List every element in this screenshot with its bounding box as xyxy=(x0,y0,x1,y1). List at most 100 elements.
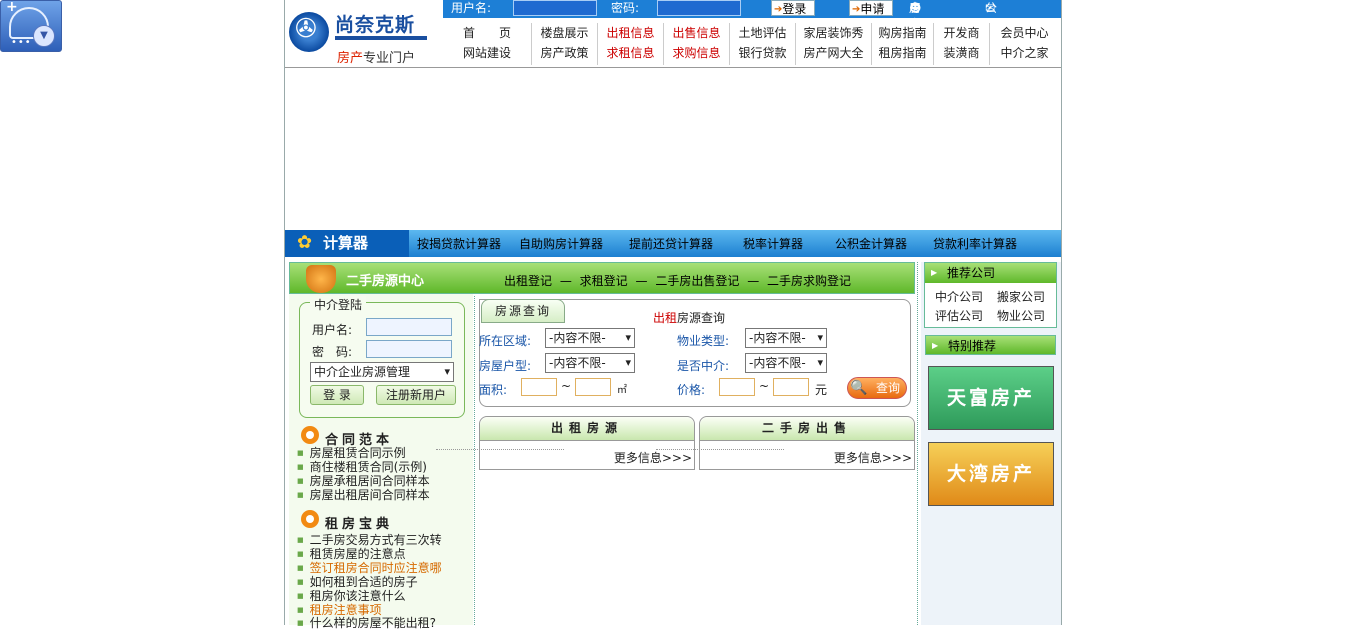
seek-rent-register-link[interactable]: 求租登记 xyxy=(580,274,628,288)
guide-item[interactable]: 二手房交易方式有三次转 xyxy=(297,533,442,547)
agent-pass-label: 密 码: xyxy=(312,345,353,359)
contract-item[interactable]: 商住楼租赁合同(示例) xyxy=(297,460,427,474)
agent-type-select[interactable]: 中介企业房源管理 xyxy=(310,362,454,382)
property-type-label: 物业类型: xyxy=(677,334,730,348)
search-button[interactable]: 查询 xyxy=(847,377,907,399)
password-label: 密码: xyxy=(611,1,640,15)
agent-filter-label: 是否中介: xyxy=(677,359,730,373)
nav-col-2[interactable]: 楼盘展示 房产政策 xyxy=(531,23,597,65)
login-legend: 中介登陆 xyxy=(310,296,367,313)
query-title: 出租房源查询 xyxy=(653,311,726,325)
size-label: 面积: xyxy=(479,383,508,397)
orange-ring-icon xyxy=(301,510,319,528)
guide-item[interactable]: 签订租房合同时应注意哪 xyxy=(297,561,442,575)
agent-user-label: 用户名: xyxy=(312,323,353,337)
dots-icon: ••• xyxy=(11,37,32,48)
nav-col-5[interactable]: 土地评估 银行贷款 xyxy=(729,23,795,65)
size-min-input[interactable] xyxy=(521,378,557,396)
arrow-icon: ➔ xyxy=(774,4,783,15)
query-tab[interactable]: 房源查询 xyxy=(481,299,565,323)
contract-item[interactable]: 房屋租赁合同示例 xyxy=(297,446,406,460)
price-label: 价格: xyxy=(677,383,706,397)
rent-register-link[interactable]: 出租登记 xyxy=(504,274,552,288)
login-button[interactable]: ➔ 登录 xyxy=(771,0,815,16)
site-logo[interactable]: 尚奈克斯 房产专业门户 xyxy=(285,0,443,68)
tilde: ~ xyxy=(561,379,572,393)
plant-pot-icon xyxy=(306,265,336,293)
agency-link[interactable]: 中介公司 xyxy=(935,288,983,305)
logo-slogan: 房产专业门户 xyxy=(337,51,416,66)
price-max-input[interactable] xyxy=(773,378,809,396)
size-max-input[interactable] xyxy=(575,378,611,396)
promo-dawan[interactable]: 大湾房产 xyxy=(928,442,1054,506)
logo-underline xyxy=(335,36,427,40)
calc-link-4[interactable]: 税率计算器 xyxy=(743,235,803,252)
orange-ring-icon xyxy=(301,426,319,444)
moving-link[interactable]: 搬家公司 xyxy=(997,288,1045,305)
nav-col-9[interactable]: 会员中心 中介之家 xyxy=(989,23,1059,65)
appraisal-link[interactable]: 评估公司 xyxy=(935,307,983,324)
property-type-select[interactable]: -内容不限- xyxy=(745,328,827,348)
rent-listings-title: 出租房源 xyxy=(480,417,694,441)
apply-button[interactable]: ➔ 申请 xyxy=(849,0,893,16)
rent-listings-box: 出租房源 更多信息>>> xyxy=(435,416,695,470)
special-heading: 特别推荐 xyxy=(925,335,1056,356)
sale-register-link[interactable]: 二手房出售登记 xyxy=(655,274,739,288)
agent-login-button[interactable]: 登 录 xyxy=(310,385,364,405)
area-select[interactable]: -内容不限- xyxy=(545,328,635,348)
calculator-title: 计算器 xyxy=(285,230,409,257)
fingerprint-widget[interactable]: + ••• ▼ xyxy=(0,0,62,52)
guide-item[interactable]: 什么样的房屋不能出租? xyxy=(297,616,436,630)
section-header: 二手房源中心 出租登记 — 求租登记 — 二手房出售登记 — 二手房求购登记 xyxy=(289,262,915,294)
divider xyxy=(474,296,475,625)
area-label: 所在区域: xyxy=(479,334,532,348)
register-button[interactable]: 注册新用户 xyxy=(376,385,456,405)
house-type-label: 房屋户型: xyxy=(479,359,532,373)
property-mgmt-link[interactable]: 物业公司 xyxy=(997,307,1045,324)
size-unit: ㎡ xyxy=(617,385,627,396)
sale-more-link[interactable]: 更多信息>>> xyxy=(655,449,912,466)
nav-col-4[interactable]: 出售信息 求购信息 xyxy=(663,23,729,65)
agent-pass-input[interactable] xyxy=(366,340,452,358)
biohazard-logo-icon xyxy=(289,12,329,52)
main-nav: 首 页网站建设 楼盘展示 房产政策 出租信息 求租信息 出售信息 求购信息 土地评估银… xyxy=(443,19,1061,68)
page-container: 尚奈克斯 房产专业门户 用户名: 密码: ➔登录 ➔申请 ☻ 房产论坛 ✉ 公司… xyxy=(284,0,1062,630)
guide-item[interactable]: 租房注意事项 xyxy=(297,603,382,617)
calc-link-3[interactable]: 提前还贷计算器 xyxy=(629,235,713,252)
price-unit: 元 xyxy=(815,383,828,397)
chevron-down-icon[interactable]: ▼ xyxy=(33,25,55,47)
nav-col-3[interactable]: 出租信息 求租信息 xyxy=(597,23,663,65)
password-input[interactable] xyxy=(657,0,741,16)
rent-more-link[interactable]: 更多信息>>> xyxy=(435,449,692,466)
sale-listings-title: 二手房出售 xyxy=(700,417,914,441)
calc-link-6[interactable]: 贷款利率计算器 xyxy=(933,235,1017,252)
recommend-heading: 推荐公司 xyxy=(925,263,1056,283)
calculator-bar: 计算器 按揭贷款计算器 自助购房计算器 提前还贷计算器 税率计算器 公积金计算器… xyxy=(285,230,1061,257)
guide-item[interactable]: 租房你该注意什么 xyxy=(297,589,406,603)
promo-tianfu[interactable]: 天富房产 xyxy=(928,366,1054,430)
agent-login-box: 中介登陆 用户名: 密 码: 中介企业房源管理 登 录 注册新用户 xyxy=(299,296,465,418)
nav-col-6[interactable]: 家居装饰秀 房产网大全 xyxy=(795,23,871,65)
agent-user-input[interactable] xyxy=(366,318,452,336)
calc-link-1[interactable]: 按揭贷款计算器 xyxy=(417,235,501,252)
calc-link-5[interactable]: 公积金计算器 xyxy=(835,235,907,252)
logo-name: 尚奈克斯 xyxy=(335,14,416,36)
arrow-icon: ➔ xyxy=(852,4,861,15)
guide-item[interactable]: 租赁房屋的注意点 xyxy=(297,547,406,561)
guide-item[interactable]: 如何租到合适的房子 xyxy=(297,575,418,589)
tilde: ~ xyxy=(759,379,770,393)
top-login-bar: 用户名: 密码: ➔登录 ➔申请 ☻ 房产论坛 ✉ 公司业务 xyxy=(443,0,1061,63)
divider xyxy=(917,262,918,625)
nav-col-1[interactable]: 首 页网站建设 xyxy=(443,23,531,65)
house-type-select[interactable]: -内容不限- xyxy=(545,353,635,373)
nav-col-7[interactable]: 购房指南 租房指南 xyxy=(871,23,933,65)
buy-register-link[interactable]: 二手房求购登记 xyxy=(767,274,851,288)
contract-item[interactable]: 房屋出租居间合同样本 xyxy=(297,488,430,502)
contract-item[interactable]: 房屋承租居间合同样本 xyxy=(297,474,430,488)
sale-listings-box: 二手房出售 更多信息>>> xyxy=(655,416,915,470)
username-input[interactable] xyxy=(513,0,597,16)
agent-filter-select[interactable]: -内容不限- xyxy=(745,353,827,373)
price-min-input[interactable] xyxy=(719,378,755,396)
nav-col-8[interactable]: 开发商 装潢商 xyxy=(933,23,989,65)
calc-link-2[interactable]: 自助购房计算器 xyxy=(519,235,603,252)
